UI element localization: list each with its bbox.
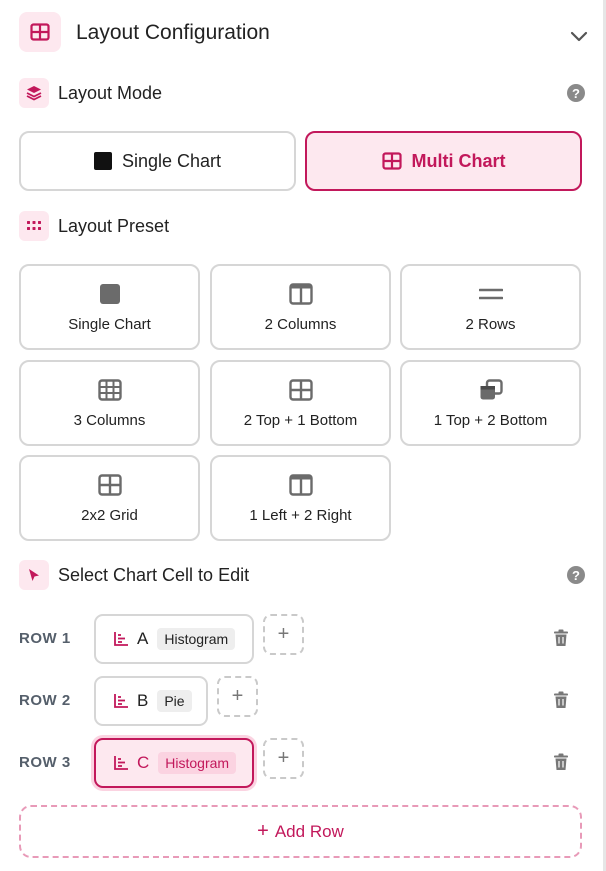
row-label: ROW 3 [19,754,71,771]
grid-icon [19,12,61,52]
preset-label: 2 Columns [264,316,337,333]
cell-letter: A [137,629,149,648]
cell-letter: B [137,691,149,710]
preset-1-top-2-bottom[interactable]: 1 Top + 2 Bottom [400,360,581,446]
preset-2-rows[interactable]: 2 Rows [400,264,581,350]
chevron-down-icon[interactable] [569,26,589,46]
layout-mode-title: Layout Mode [58,83,163,103]
preset-label: 1 Top + 2 Bottom [433,412,548,429]
grid-icon [381,152,402,170]
add-cell-button[interactable]: + [263,614,304,655]
add-row-button[interactable]: + Add Row [19,805,582,858]
single-chart-mode-button[interactable]: Single Chart [19,131,296,191]
preset-label: 1 Left + 2 Right [249,507,352,524]
cell-editor-section: Select Chart Cell to Edit ? [19,560,585,590]
layout-configuration-header[interactable]: Layout Configuration [19,12,589,54]
help-icon[interactable]: ? [567,84,585,102]
preset-label: 2 Rows [465,316,516,333]
preset-label: 2x2 Grid [81,507,138,524]
columns-icon [288,473,314,497]
multi-chart-mode-label: Multi Chart [411,150,506,171]
chart-type-badge: Histogram [158,752,237,774]
table-grid-icon [97,378,123,402]
layout-mode-section: Layout Mode ? [19,78,585,108]
plus-icon: + [257,820,269,842]
preset-3-columns[interactable]: 3 Columns [19,360,200,446]
preset-2-top-1-bottom[interactable]: 2 Top + 1 Bottom [210,360,391,446]
layout-preset-title: Layout Preset [58,216,170,236]
trash-icon[interactable] [553,753,569,771]
preset-1-left-2-right[interactable]: 1 Left + 2 Right [210,455,391,541]
chart-type-badge: Histogram [157,628,236,650]
grid-icon [97,473,123,497]
cell-editor-title: Select Chart Cell to Edit [58,565,250,585]
preset-single-chart[interactable]: Single Chart [19,264,200,350]
help-icon[interactable]: ? [567,566,585,584]
add-cell-button[interactable]: + [217,676,258,717]
square-icon [93,152,112,170]
add-row-label: Add Row [274,821,344,841]
preset-2-columns[interactable]: 2 Columns [210,264,391,350]
layout-preset-section: Layout Preset [19,211,585,241]
preset-label: 3 Columns [73,412,146,429]
rows-icon [478,282,504,306]
chart-cell-a[interactable]: A Histogram [94,614,254,664]
add-cell-button[interactable]: + [263,738,304,779]
preset-label: 2 Top + 1 Bottom [243,412,358,429]
square-icon [97,282,123,306]
trash-icon[interactable] [553,691,569,709]
grid-icon [288,378,314,402]
bar-chart-icon [113,693,129,709]
cursor-icon [19,560,49,590]
stacked-windows-icon [478,378,504,402]
chart-type-badge: Pie [157,690,192,712]
row-label: ROW 2 [19,692,71,709]
chart-cell-c[interactable]: C Histogram [94,738,254,788]
panel-title: Layout Configuration [76,21,270,44]
columns-icon [288,282,314,306]
bar-chart-icon [113,755,129,771]
bar-chart-icon [113,631,129,647]
row-label: ROW 1 [19,630,71,647]
cell-letter: C [137,753,150,772]
chart-cell-b[interactable]: B Pie [94,676,208,726]
trash-icon[interactable] [553,629,569,647]
preset-label: Single Chart [68,316,151,333]
apps-grid-icon [19,211,49,241]
preset-2x2-grid[interactable]: 2x2 Grid [19,455,200,541]
layers-icon [19,78,49,108]
multi-chart-mode-button[interactable]: Multi Chart [305,131,582,191]
single-chart-mode-label: Single Chart [121,150,222,171]
